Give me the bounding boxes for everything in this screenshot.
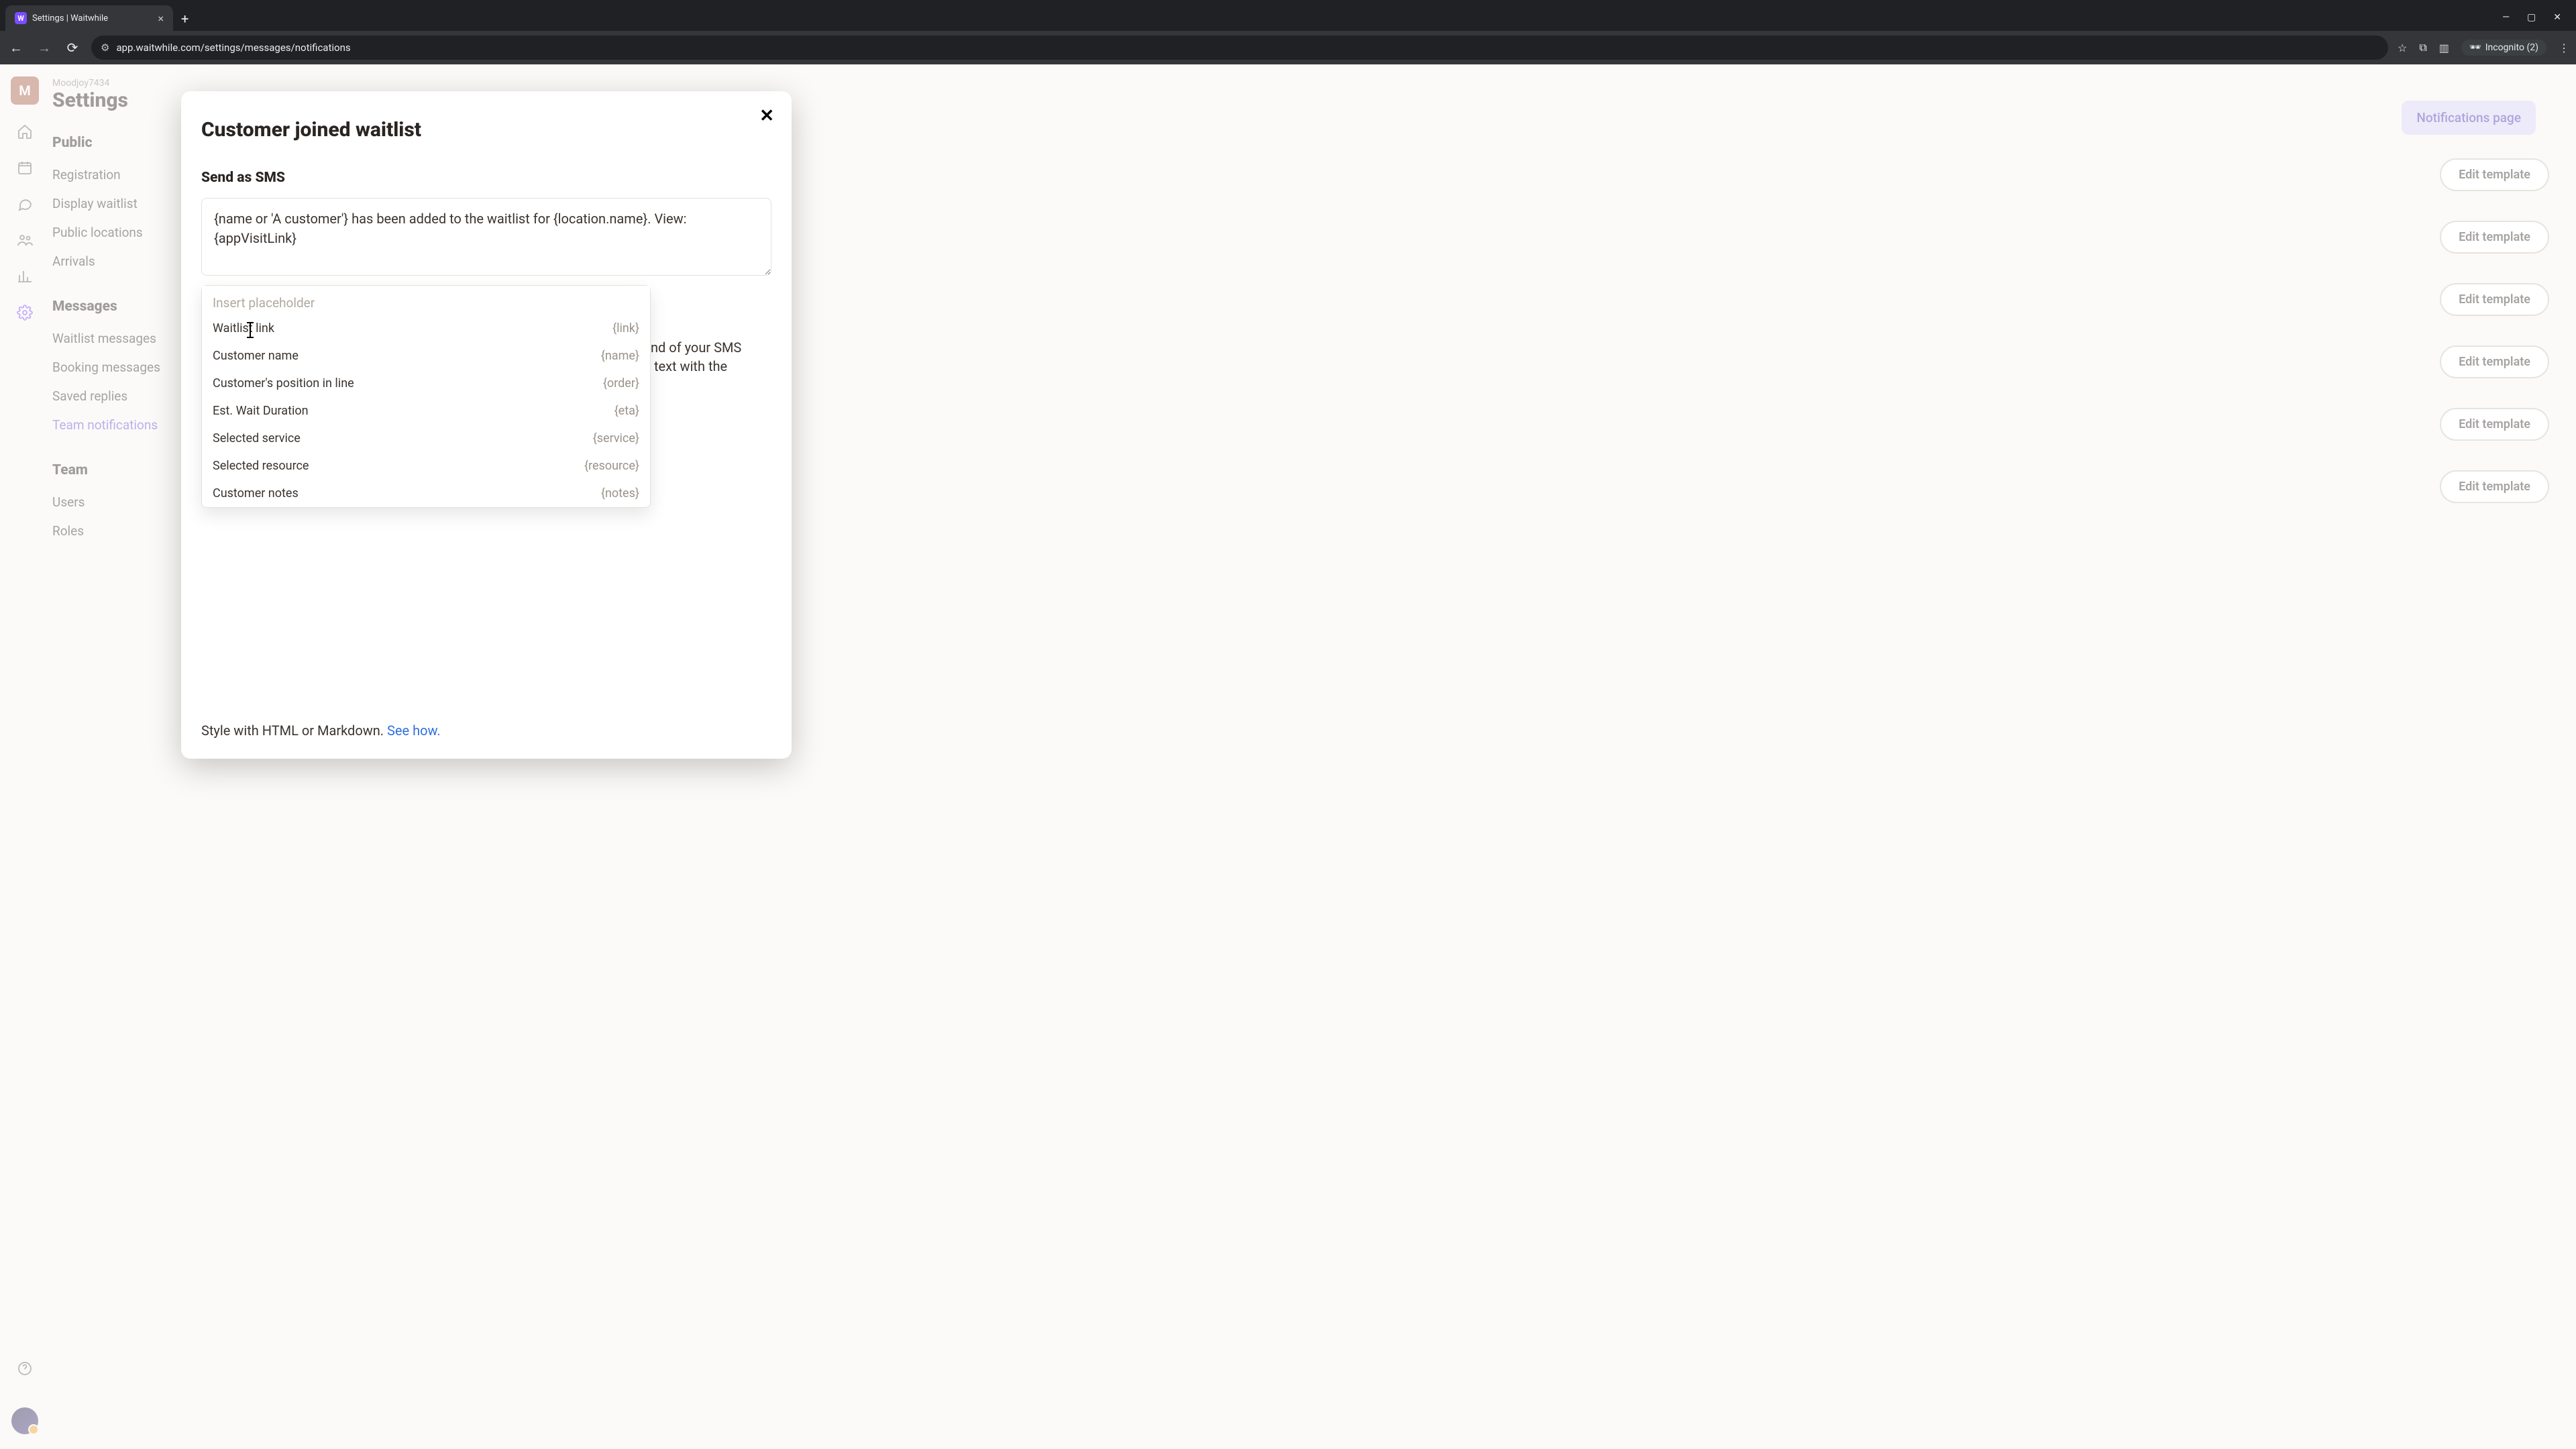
placeholder-option[interactable]: Selected service {service} xyxy=(202,425,650,452)
close-window-icon[interactable]: ✕ xyxy=(2553,12,2561,23)
placeholder-label: Customer name xyxy=(213,349,299,363)
site-info-icon[interactable]: ⚙ xyxy=(101,42,109,54)
placeholder-token: {eta} xyxy=(614,404,639,418)
send-as-sms-label: Send as SMS xyxy=(201,170,771,186)
placeholder-label: Waitlist link xyxy=(213,321,274,335)
placeholder-token: {service} xyxy=(593,431,639,445)
placeholder-label: Customer notes xyxy=(213,486,299,500)
see-how-link[interactable]: See how. xyxy=(387,722,441,739)
incognito-badge: 🕶 Incognito (2) xyxy=(2461,40,2546,56)
extensions-icon[interactable]: ⧉ xyxy=(2419,41,2426,54)
window-controls: — ▢ ✕ xyxy=(2493,9,2571,31)
placeholder-option[interactable]: Customer name {name} xyxy=(202,342,650,370)
kebab-menu-icon[interactable]: ⋮ xyxy=(2559,42,2569,54)
maximize-icon[interactable]: ▢ xyxy=(2527,12,2536,23)
style-help-line: Style with HTML or Markdown. See how. xyxy=(201,722,771,739)
placeholder-label: Est. Wait Duration xyxy=(213,404,309,418)
reload-icon[interactable]: ⟳ xyxy=(63,40,82,56)
placeholder-label: Selected resource xyxy=(213,459,309,473)
placeholder-search-input[interactable] xyxy=(202,286,650,315)
browser-tab[interactable]: W Settings | Waitwhile × xyxy=(5,5,173,31)
tab-favicon: W xyxy=(15,12,27,24)
tab-title: Settings | Waitwhile xyxy=(32,13,108,23)
side-panel-icon[interactable]: ▥ xyxy=(2439,42,2449,54)
sms-template-text: {name or 'A customer'} has been added to… xyxy=(214,211,687,246)
placeholder-option[interactable]: Customer notes {notes} xyxy=(202,480,650,507)
placeholder-token: {order} xyxy=(603,376,639,390)
browser-tab-bar: W Settings | Waitwhile × + — ▢ ✕ xyxy=(0,0,2576,31)
back-icon[interactable]: ← xyxy=(7,40,25,56)
placeholder-option[interactable]: Customer's position in line {order} xyxy=(202,370,650,397)
incognito-icon: 🕶 xyxy=(2469,42,2481,53)
placeholder-option[interactable]: Selected resource {resource} xyxy=(202,452,650,480)
incognito-label: Incognito (2) xyxy=(2485,42,2538,53)
edit-template-modal: ✕ Customer joined waitlist Send as SMS {… xyxy=(181,91,792,759)
forward-icon: → xyxy=(35,40,54,56)
placeholder-token: {notes} xyxy=(601,486,639,500)
address-bar: ← → ⟳ ⚙ app.waitwhile.com/settings/messa… xyxy=(0,31,2576,64)
modal-title: Customer joined waitlist xyxy=(201,118,771,142)
url-field[interactable]: ⚙ app.waitwhile.com/settings/messages/no… xyxy=(91,36,2388,60)
placeholder-option[interactable]: Est. Wait Duration {eta} xyxy=(202,397,650,425)
placeholder-token: {resource} xyxy=(584,459,639,473)
tab-close-icon[interactable]: × xyxy=(158,12,164,25)
placeholder-dropdown: Waitlist link{link}Customer name{name}Cu… xyxy=(201,285,651,508)
new-tab-button[interactable]: + xyxy=(173,7,197,31)
placeholder-token: {name} xyxy=(601,349,639,363)
bookmark-icon[interactable]: ☆ xyxy=(2398,42,2407,54)
placeholder-label: Selected service xyxy=(213,431,301,445)
placeholder-token: {link} xyxy=(612,321,639,335)
sms-template-textarea[interactable]: {name or 'A customer'} has been added to… xyxy=(201,198,771,276)
placeholder-option[interactable]: Waitlist link {link} xyxy=(202,315,650,342)
placeholder-label: Customer's position in line xyxy=(213,376,354,390)
url-text: app.waitwhile.com/settings/messages/noti… xyxy=(116,42,350,54)
minimize-icon[interactable]: — xyxy=(2502,12,2510,23)
truncated-help-text: nd of your SMS text with the xyxy=(651,338,741,376)
modal-close-button[interactable]: ✕ xyxy=(759,106,774,126)
